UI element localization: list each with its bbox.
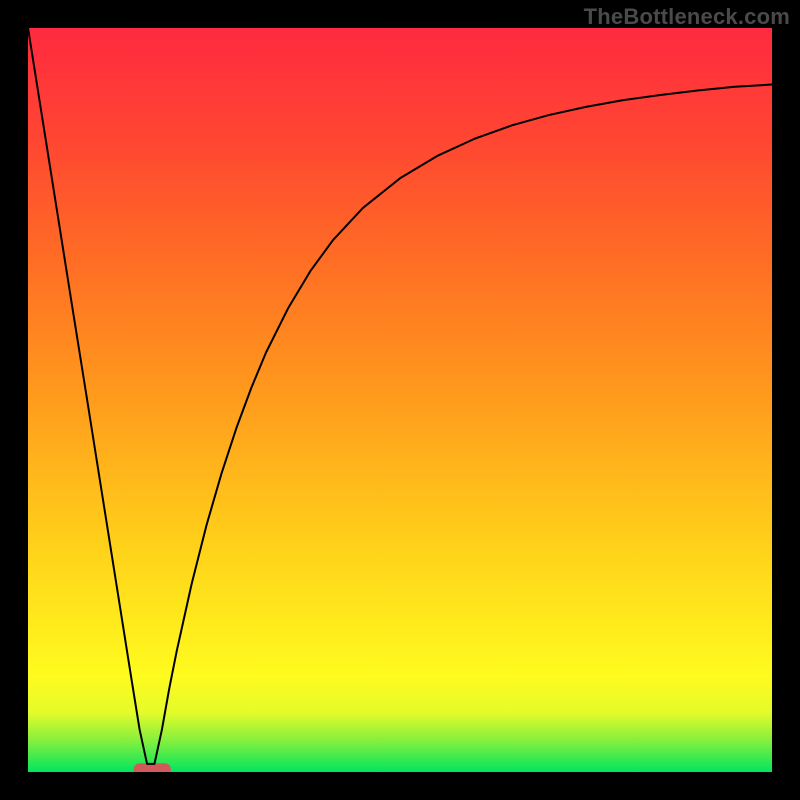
gradient-background bbox=[28, 28, 772, 772]
chart-svg bbox=[28, 28, 772, 772]
plot-area bbox=[28, 28, 772, 772]
watermark-text: TheBottleneck.com bbox=[584, 4, 790, 30]
chart-frame: TheBottleneck.com bbox=[0, 0, 800, 800]
